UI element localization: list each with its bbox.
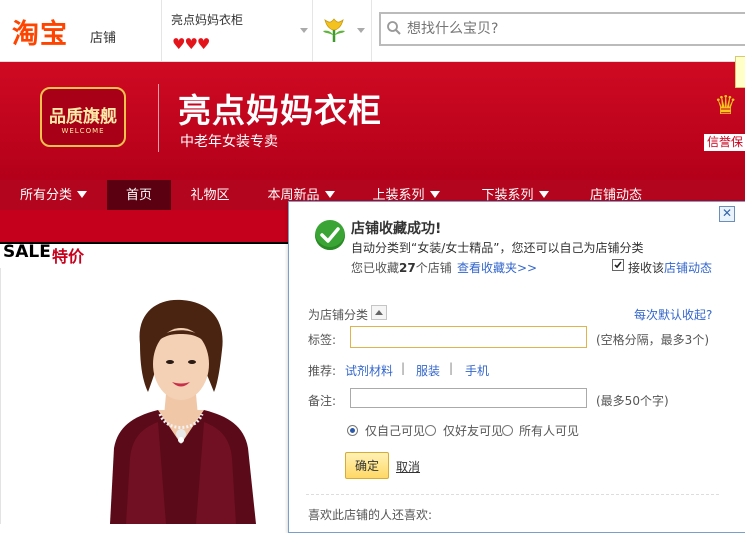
visibility-label[interactable]: 仅自己可见 [365, 422, 425, 439]
visibility-radio-all[interactable] [502, 425, 513, 436]
top-divider [371, 0, 372, 61]
note-hint: (最多50个字) [596, 394, 669, 408]
receive-updates-checkbox[interactable] [612, 259, 624, 271]
receive-updates-label[interactable]: 接收该店铺动态 [628, 259, 712, 276]
recommend-tag[interactable]: 服装 [416, 362, 440, 379]
store-slogan: 中老年女装专卖 [180, 134, 278, 150]
quality-badge: 品质旗舰 WELCOME [40, 87, 126, 147]
flower-dropdown-icon[interactable] [357, 28, 365, 33]
view-favorites-link[interactable]: 查看收藏夹>> [457, 259, 537, 276]
chevron-down-icon [77, 191, 87, 198]
chevron-down-icon [429, 191, 440, 198]
recommend-tag[interactable]: 手机 [465, 362, 489, 379]
sale-title: SALE [3, 242, 51, 262]
nav-label: 首页 [125, 188, 152, 203]
collapse-toggle-icon[interactable] [371, 305, 387, 320]
note-input[interactable] [350, 388, 587, 408]
note-label: 备注: [308, 394, 337, 408]
nav-item-all-categories[interactable]: 所有分类 [0, 180, 107, 210]
visibility-label[interactable]: 所有人可见 [519, 422, 579, 439]
auto-category-text: 自动分类到“女装/女士精品”，您还可以自己为店铺分类 [351, 241, 644, 255]
top-divider [161, 0, 162, 61]
store-name: 亮点妈妈衣柜 [178, 91, 382, 130]
badge-text: 品质旗舰 [49, 107, 117, 127]
favorites-count: 27 [399, 261, 416, 275]
tag-label: 标签: [308, 333, 337, 347]
chevron-down-icon [538, 191, 549, 198]
crown-icon: ♛ [714, 91, 738, 121]
side-tab[interactable] [735, 56, 745, 88]
tag-hint: (空格分隔，最多3个) [596, 333, 709, 347]
tag-input[interactable] [350, 326, 587, 348]
flower-icon[interactable] [319, 14, 349, 44]
nav-item-home[interactable]: 首页 [107, 180, 171, 210]
nav-label: 礼物区 [190, 188, 230, 203]
recommend-separator: | [401, 361, 406, 375]
receive-label-text: 接收该 [628, 261, 665, 275]
nav-label: 所有分类 [19, 188, 72, 203]
success-check-icon [315, 220, 345, 250]
visibility-radio-friends[interactable] [425, 425, 436, 436]
visibility-radio-self[interactable] [347, 425, 358, 436]
category-label: 为店铺分类 [308, 308, 369, 322]
close-icon[interactable]: ✕ [719, 206, 735, 222]
product-model-image[interactable] [96, 298, 266, 524]
count-prefix: 您已收藏 [351, 261, 400, 275]
sale-title-cn: 特价 [52, 247, 85, 266]
banner-divider [158, 84, 159, 152]
default-collapse-link[interactable]: 每次默认收起? [634, 306, 712, 323]
search-box[interactable] [379, 12, 745, 46]
shop-title[interactable]: 亮点妈妈衣柜 [171, 11, 243, 28]
confirm-button[interactable]: 确定 [345, 452, 389, 479]
dialog-divider [306, 494, 719, 495]
credit-label[interactable]: 信誉保 [702, 134, 745, 151]
search-input[interactable] [407, 14, 737, 44]
rating-hearts: ♥♥♥ [172, 35, 210, 53]
also-likes-heading: 喜欢此店铺的人还喜欢: [308, 508, 433, 522]
chevron-down-icon [324, 191, 335, 198]
visibility-label[interactable]: 仅好友可见 [443, 422, 503, 439]
cancel-link[interactable]: 取消 [396, 458, 420, 475]
favorites-count-text: 您已收藏27个店铺 [351, 259, 452, 276]
top-divider [312, 0, 313, 61]
store-news-link[interactable]: 店铺动态 [664, 261, 712, 275]
success-title: 店铺收藏成功! [351, 221, 442, 237]
nav-item-gifts[interactable]: 礼物区 [171, 180, 249, 210]
search-icon [386, 20, 402, 39]
taobao-logo[interactable]: 淘宝 [12, 12, 68, 51]
count-suffix: 个店铺 [415, 261, 452, 275]
recommend-label: 推荐: [308, 364, 337, 378]
logo-subtitle: 店铺 [90, 31, 117, 46]
shop-dropdown-icon[interactable] [300, 28, 308, 33]
recommend-separator: | [449, 361, 454, 375]
recommend-tag[interactable]: 试剂材料 [345, 362, 393, 379]
badge-welcome: WELCOME [61, 127, 105, 135]
